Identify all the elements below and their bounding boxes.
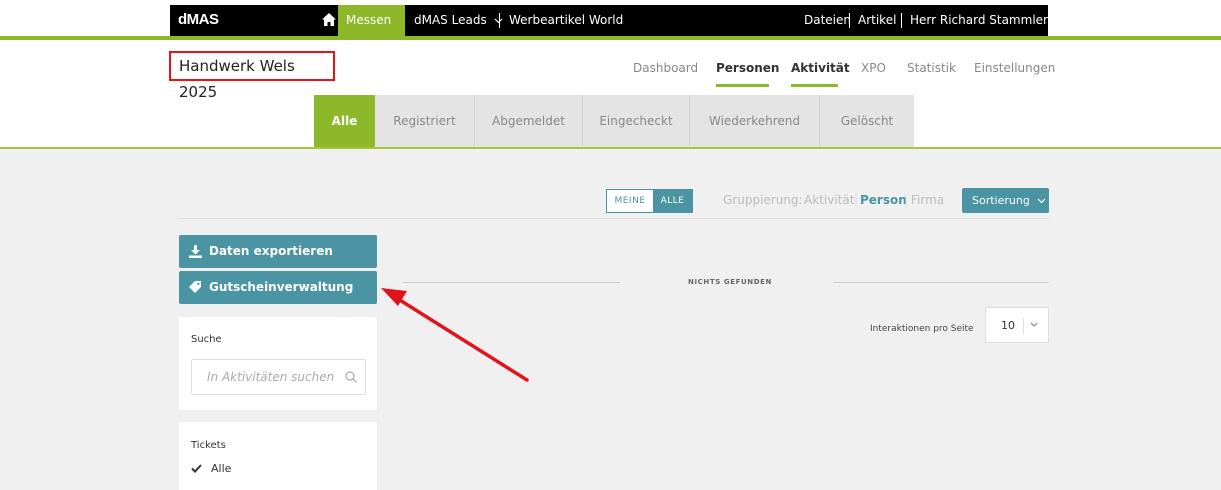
export-data-button[interactable]: Daten exportieren (179, 235, 377, 268)
tab-geloescht[interactable]: Gelöscht (820, 95, 914, 147)
voucher-label: Gutscheinverwaltung (209, 280, 354, 294)
checkmark-icon (191, 464, 202, 473)
nav-messen-label: Messen (346, 13, 392, 27)
grouping-person[interactable]: Person (860, 193, 907, 207)
nav-divider (499, 13, 500, 28)
tab-alle[interactable]: Alle (314, 95, 375, 147)
divider (179, 218, 1049, 219)
page-title: Handwerk Wels 2025 (169, 51, 335, 101)
voucher-management-button[interactable]: Gutscheinverwaltung (179, 271, 377, 304)
grouping-divider: | (904, 193, 909, 207)
subnav-aktivitaet[interactable]: Aktivität (791, 61, 850, 75)
top-navbar: dMAS Messen dMAS Leads Werbeartikel Worl… (0, 0, 1221, 55)
search-box (191, 359, 366, 395)
tickets-option-label: Alle (211, 462, 232, 475)
sort-button[interactable]: Sortierung (962, 188, 1049, 213)
brand-logo[interactable]: dMAS (178, 11, 219, 28)
grouping-aktivitaet[interactable]: Aktivität (804, 193, 854, 207)
chevron-down-icon (1030, 322, 1038, 327)
tab-eingecheckt[interactable]: Eingecheckt (583, 95, 690, 147)
grouping-label: Gruppierung: (723, 193, 803, 207)
select-divider (1023, 318, 1024, 334)
download-icon (189, 245, 202, 258)
subnav-personen[interactable]: Personen (716, 61, 779, 75)
status-tabs: Alle Registriert Abgemeldet Eingecheckt … (314, 95, 914, 147)
subnav-einstellungen[interactable]: Einstellungen (974, 61, 1055, 75)
grouping-divider: | (854, 193, 859, 207)
tickets-title: Tickets (191, 440, 226, 451)
per-page-select[interactable]: 10 (985, 307, 1049, 343)
tab-registriert[interactable]: Registriert (375, 95, 475, 147)
tab-wiederkehrend[interactable]: Wiederkehrend (690, 95, 820, 147)
search-icon[interactable] (345, 371, 357, 383)
tab-abgemeldet[interactable]: Abgemeldet (475, 95, 583, 147)
chevron-down-icon (1037, 198, 1046, 204)
tickets-card: Tickets Alle (179, 422, 377, 490)
per-page-value: 10 (1001, 319, 1015, 332)
subnav-active-underline (716, 84, 769, 87)
home-icon[interactable] (322, 13, 336, 26)
per-page-label: Interaktionen pro Seite (870, 324, 974, 334)
toggle-meine[interactable]: MEINE (607, 190, 653, 212)
subnav-dashboard[interactable]: Dashboard (633, 61, 698, 75)
nav-messen[interactable]: Messen (338, 5, 405, 55)
nav-dmas-leads[interactable]: dMAS Leads (414, 5, 503, 36)
export-label: Daten exportieren (209, 244, 333, 258)
divider (833, 282, 1049, 283)
divider (403, 282, 620, 283)
owner-toggle: MEINE ALLE (606, 189, 693, 213)
tag-icon (189, 281, 201, 293)
subnav-active-underline (791, 84, 838, 87)
nav-werbeartikel-world[interactable]: Werbeartikel World (509, 5, 623, 36)
search-input[interactable] (192, 360, 337, 394)
nav-leads-label: dMAS Leads (414, 13, 487, 27)
header-accent-line (0, 147, 1221, 149)
nav-dateien[interactable]: Dateien (804, 5, 851, 36)
nav-divider (849, 13, 850, 28)
nav-user-menu[interactable]: Herr Richard Stammler (910, 5, 1048, 55)
nav-artikel[interactable]: Artikel (858, 5, 896, 36)
subnav-statistik[interactable]: Statistik (907, 61, 956, 75)
search-title: Suche (191, 334, 222, 345)
empty-state-text: NICHTS GEFUNDEN (688, 278, 773, 286)
subnav-xpo[interactable]: XPO (861, 61, 886, 75)
grouping-firma[interactable]: Firma (911, 193, 944, 207)
sort-label: Sortierung (972, 194, 1030, 207)
toggle-alle[interactable]: ALLE (653, 190, 692, 212)
nav-divider (901, 13, 902, 28)
user-name: Herr Richard Stammler (910, 13, 1048, 27)
navbar-inner: dMAS Messen dMAS Leads Werbeartikel Worl… (170, 5, 1048, 55)
search-card: Suche (179, 317, 377, 410)
